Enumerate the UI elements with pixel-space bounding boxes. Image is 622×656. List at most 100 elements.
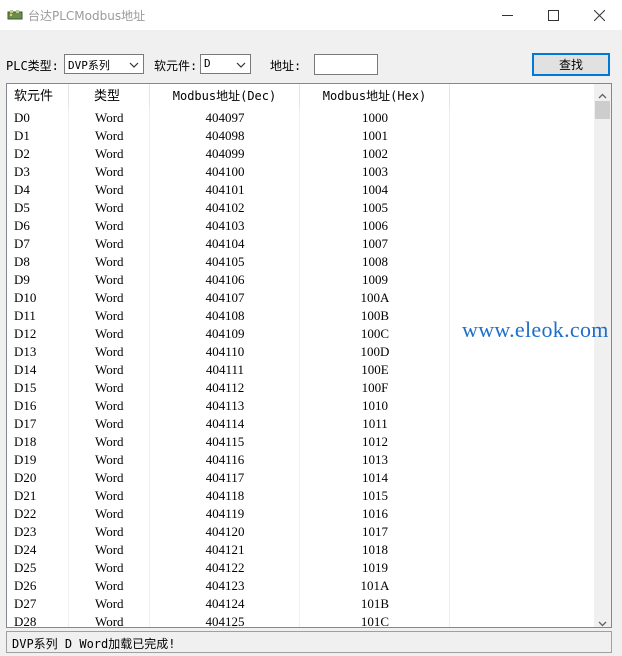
element-cell: D13 <box>14 344 37 359</box>
element-select[interactable]: D <box>200 54 251 74</box>
type-cell: Word <box>95 434 124 449</box>
address-input[interactable] <box>314 54 378 75</box>
table-row[interactable]: D8 Word 404105 1008 <box>7 253 595 271</box>
window-title: 台达PLCModbus地址 <box>28 9 146 23</box>
modbus-dec-cell: 404118 <box>205 488 245 503</box>
type-cell: Word <box>95 236 124 251</box>
type-cell: Word <box>95 614 124 628</box>
element-label: 软元件: <box>154 59 198 73</box>
type-cell: Word <box>95 110 124 125</box>
column-header[interactable]: 类型 <box>69 84 150 109</box>
modbus-dec-cell: 404107 <box>205 290 245 305</box>
table-row[interactable]: D15 Word 404112 100F <box>7 379 595 397</box>
column-header[interactable]: Modbus地址(Dec) <box>150 84 300 109</box>
table-row[interactable]: D3 Word 404100 1003 <box>7 163 595 181</box>
element-cell: D2 <box>14 146 30 161</box>
modbus-hex-cell: 1006 <box>362 218 388 233</box>
table-row[interactable]: D27 Word 404124 101B <box>7 595 595 613</box>
table-row[interactable]: D20 Word 404117 1014 <box>7 469 595 487</box>
element-cell: D17 <box>14 416 37 431</box>
scrollbar-thumb[interactable] <box>595 101 610 119</box>
modbus-hex-cell: 1010 <box>362 398 388 413</box>
modbus-dec-cell: 404119 <box>205 506 245 521</box>
table-row[interactable]: D24 Word 404121 1018 <box>7 541 595 559</box>
maximize-button[interactable] <box>530 0 576 30</box>
element-cell: D16 <box>14 398 37 413</box>
table-row[interactable]: D25 Word 404122 1019 <box>7 559 595 577</box>
table-row[interactable]: D2 Word 404099 1002 <box>7 145 595 163</box>
modbus-hex-cell: 1000 <box>362 110 388 125</box>
chevron-down-icon <box>129 59 139 73</box>
table-row[interactable]: D4 Word 404101 1004 <box>7 181 595 199</box>
modbus-hex-cell: 1014 <box>362 470 388 485</box>
type-cell: Word <box>95 524 124 539</box>
table-row[interactable]: D7 Word 404104 1007 <box>7 235 595 253</box>
modbus-dec-cell: 404101 <box>205 182 245 197</box>
vertical-scrollbar[interactable] <box>594 84 611 627</box>
table-row[interactable]: D23 Word 404120 1017 <box>7 523 595 541</box>
modbus-dec-cell: 404114 <box>205 416 245 431</box>
modbus-dec-cell: 404123 <box>205 578 245 593</box>
close-button[interactable] <box>576 0 622 30</box>
scroll-up-icon[interactable] <box>598 88 607 102</box>
table-row[interactable]: D21 Word 404118 1015 <box>7 487 595 505</box>
column-header[interactable]: Modbus地址(Hex) <box>300 84 450 109</box>
modbus-hex-cell: 1003 <box>362 164 388 179</box>
modbus-dec-cell: 404122 <box>205 560 245 575</box>
element-cell: D23 <box>14 524 37 539</box>
element-cell: D10 <box>14 290 37 305</box>
table-row[interactable]: D28 Word 404125 101C <box>7 613 595 628</box>
modbus-hex-cell: 1018 <box>362 542 388 557</box>
table-row[interactable]: D14 Word 404111 100E <box>7 361 595 379</box>
modbus-hex-cell: 1017 <box>362 524 388 539</box>
element-cell: D27 <box>14 596 37 611</box>
scroll-down-icon[interactable] <box>598 616 607 627</box>
type-cell: Word <box>95 416 124 431</box>
plc-type-select[interactable]: DVP系列 <box>64 54 144 74</box>
type-cell: Word <box>95 488 124 503</box>
minimize-button[interactable] <box>484 0 530 30</box>
type-cell: Word <box>95 596 124 611</box>
type-cell: Word <box>95 326 124 341</box>
element-cell: D6 <box>14 218 30 233</box>
status-text: DVP系列 D Word加载已完成! <box>12 637 176 651</box>
modbus-hex-cell: 101A <box>360 578 390 593</box>
table-row[interactable]: D10 Word 404107 100A <box>7 289 595 307</box>
modbus-hex-cell: 1011 <box>362 416 388 431</box>
find-button[interactable]: 查找 <box>532 53 610 76</box>
modbus-dec-cell: 404125 <box>205 614 245 628</box>
table-row[interactable]: D22 Word 404119 1016 <box>7 505 595 523</box>
table-row[interactable]: D13 Word 404110 100D <box>7 343 595 361</box>
type-cell: Word <box>95 146 124 161</box>
watermark-text: www.eleok.com <box>462 317 609 342</box>
table-row[interactable]: D26 Word 404123 101A <box>7 577 595 595</box>
modbus-dec-cell: 404120 <box>205 524 245 539</box>
address-table[interactable]: 软元件 类型 Modbus地址(Dec) Modbus地址(Hex) D0 Wor… <box>6 83 612 628</box>
table-row[interactable]: D18 Word 404115 1012 <box>7 433 595 451</box>
modbus-dec-cell: 404108 <box>205 308 245 323</box>
type-cell: Word <box>95 506 124 521</box>
chevron-down-icon <box>236 59 246 73</box>
modbus-hex-cell: 101B <box>360 596 390 611</box>
modbus-dec-cell: 404124 <box>205 596 245 611</box>
modbus-dec-cell: 404099 <box>205 146 245 161</box>
table-row[interactable]: D6 Word 404103 1006 <box>7 217 595 235</box>
modbus-hex-cell: 1007 <box>362 236 388 251</box>
table-row[interactable]: D17 Word 404114 1011 <box>7 415 595 433</box>
table-row[interactable]: D5 Word 404102 1005 <box>7 199 595 217</box>
table-body: D0 Word 404097 1000 D1 Word 404098 1001 D2 Word 40… <box>7 109 595 628</box>
element-cell: D1 <box>14 128 30 143</box>
modbus-hex-cell: 1008 <box>362 254 388 269</box>
element-cell: D19 <box>14 452 37 467</box>
type-cell: Word <box>95 578 124 593</box>
table-row[interactable]: D16 Word 404113 1010 <box>7 397 595 415</box>
column-header[interactable]: 软元件 <box>7 84 69 109</box>
table-row[interactable]: D19 Word 404116 1013 <box>7 451 595 469</box>
table-row[interactable]: D9 Word 404106 1009 <box>7 271 595 289</box>
modbus-dec-cell: 404115 <box>205 434 245 449</box>
table-row[interactable]: D0 Word 404097 1000 <box>7 109 595 127</box>
modbus-hex-cell: 1009 <box>362 272 388 287</box>
plc-type-label: PLC类型: <box>6 59 59 73</box>
element-cell: D5 <box>14 200 30 215</box>
table-row[interactable]: D1 Word 404098 1001 <box>7 127 595 145</box>
